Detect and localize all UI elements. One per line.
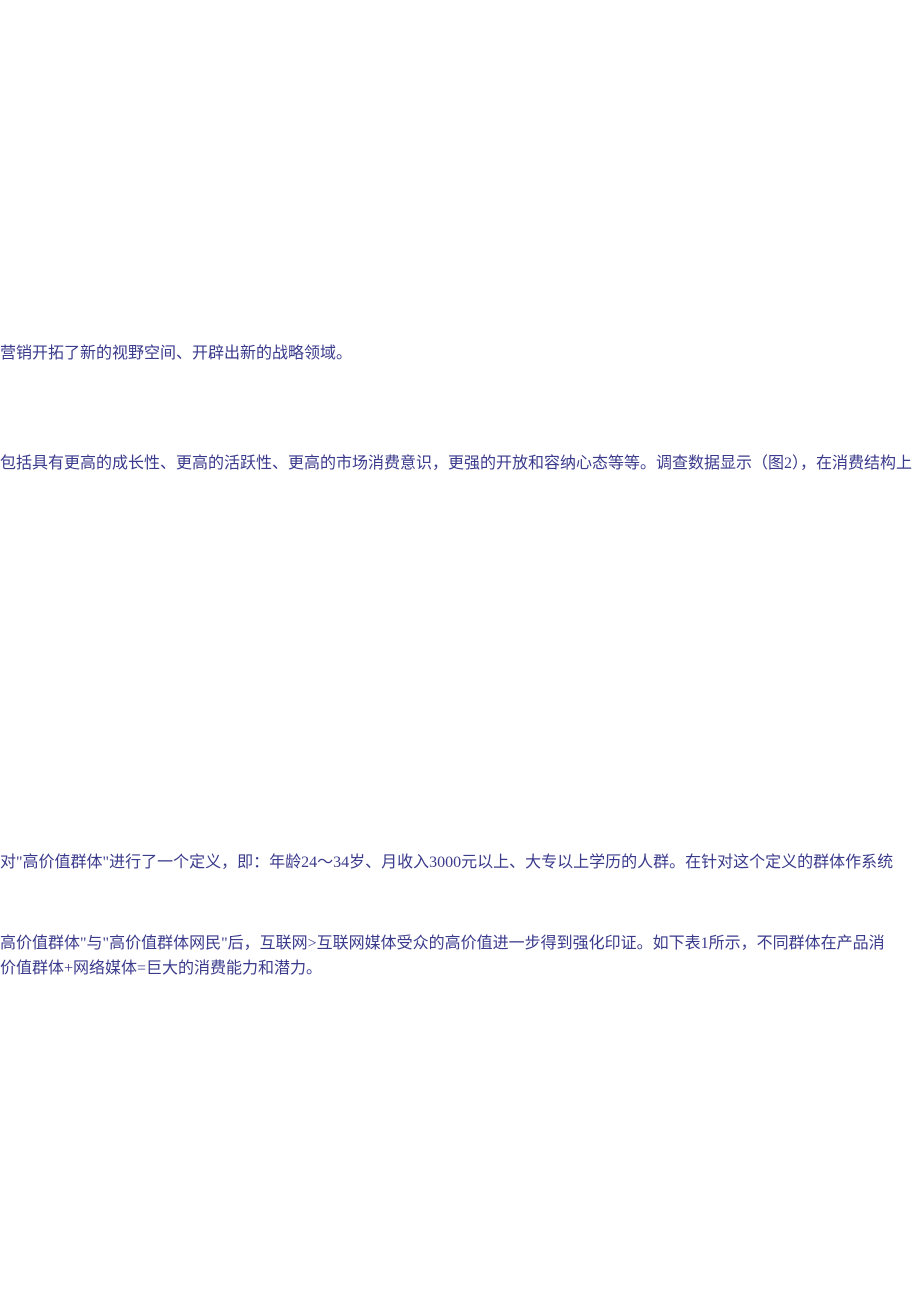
paragraph-2: 包括具有更高的成长性、更高的活跃性、更高的市场消费意识，更强的开放和容纳心态等等… — [0, 450, 912, 479]
paragraph-5: 价值群体+网络媒体=巨大的消费能力和潜力。 — [0, 955, 322, 984]
paragraph-3: 对"高价值群体"进行了一个定义，即：年龄24～34岁、月收入3000元以上、大专… — [0, 849, 893, 878]
paragraph-1: 营销开拓了新的视野空间、开辟出新的战略领域。 — [0, 340, 352, 369]
